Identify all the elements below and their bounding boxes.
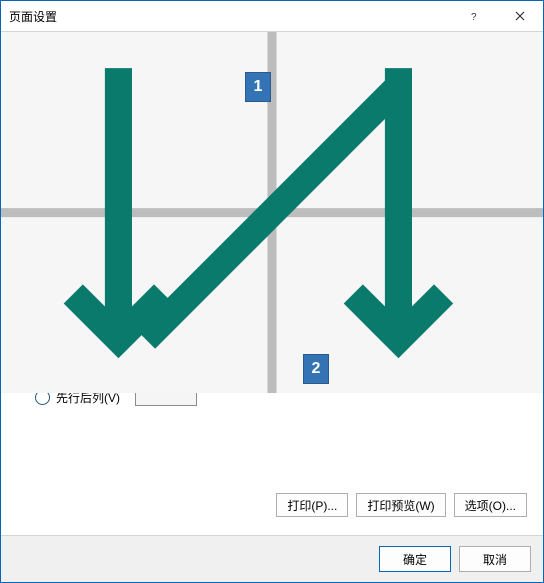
options-button[interactable]: 选项(O)... <box>454 493 527 517</box>
sheet-buttons: 打印(P)... 打印预览(W) 选项(O)... <box>17 473 527 517</box>
cancel-button[interactable]: 取消 <box>459 546 531 572</box>
callout-badge-1: 1 <box>245 72 271 102</box>
window-title: 页面设置 <box>1 8 57 25</box>
svg-text:?: ? <box>471 12 477 21</box>
page-order-icon <box>135 364 197 406</box>
ok-button[interactable]: 确定 <box>379 546 451 572</box>
tab-content: 打印区域(A): 打印标题 顶端标题行(R): $1:$1 <box>13 72 531 523</box>
titlebar-buttons: ? <box>451 1 543 31</box>
callout-badge-2: 2 <box>303 354 329 384</box>
titlebar: 页面设置 ? <box>1 1 543 32</box>
print-button[interactable]: 打印(P)... <box>276 493 348 517</box>
page-setup-dialog: 页面设置 ? 1 2 页面 页边距 页眉/页脚 工作表 打印区域(A): <box>0 0 544 583</box>
close-icon[interactable] <box>497 1 543 31</box>
print-preview-button[interactable]: 打印预览(W) <box>356 493 445 517</box>
help-icon[interactable]: ? <box>451 1 497 31</box>
dialog-footer: 确定 取消 <box>1 535 543 582</box>
